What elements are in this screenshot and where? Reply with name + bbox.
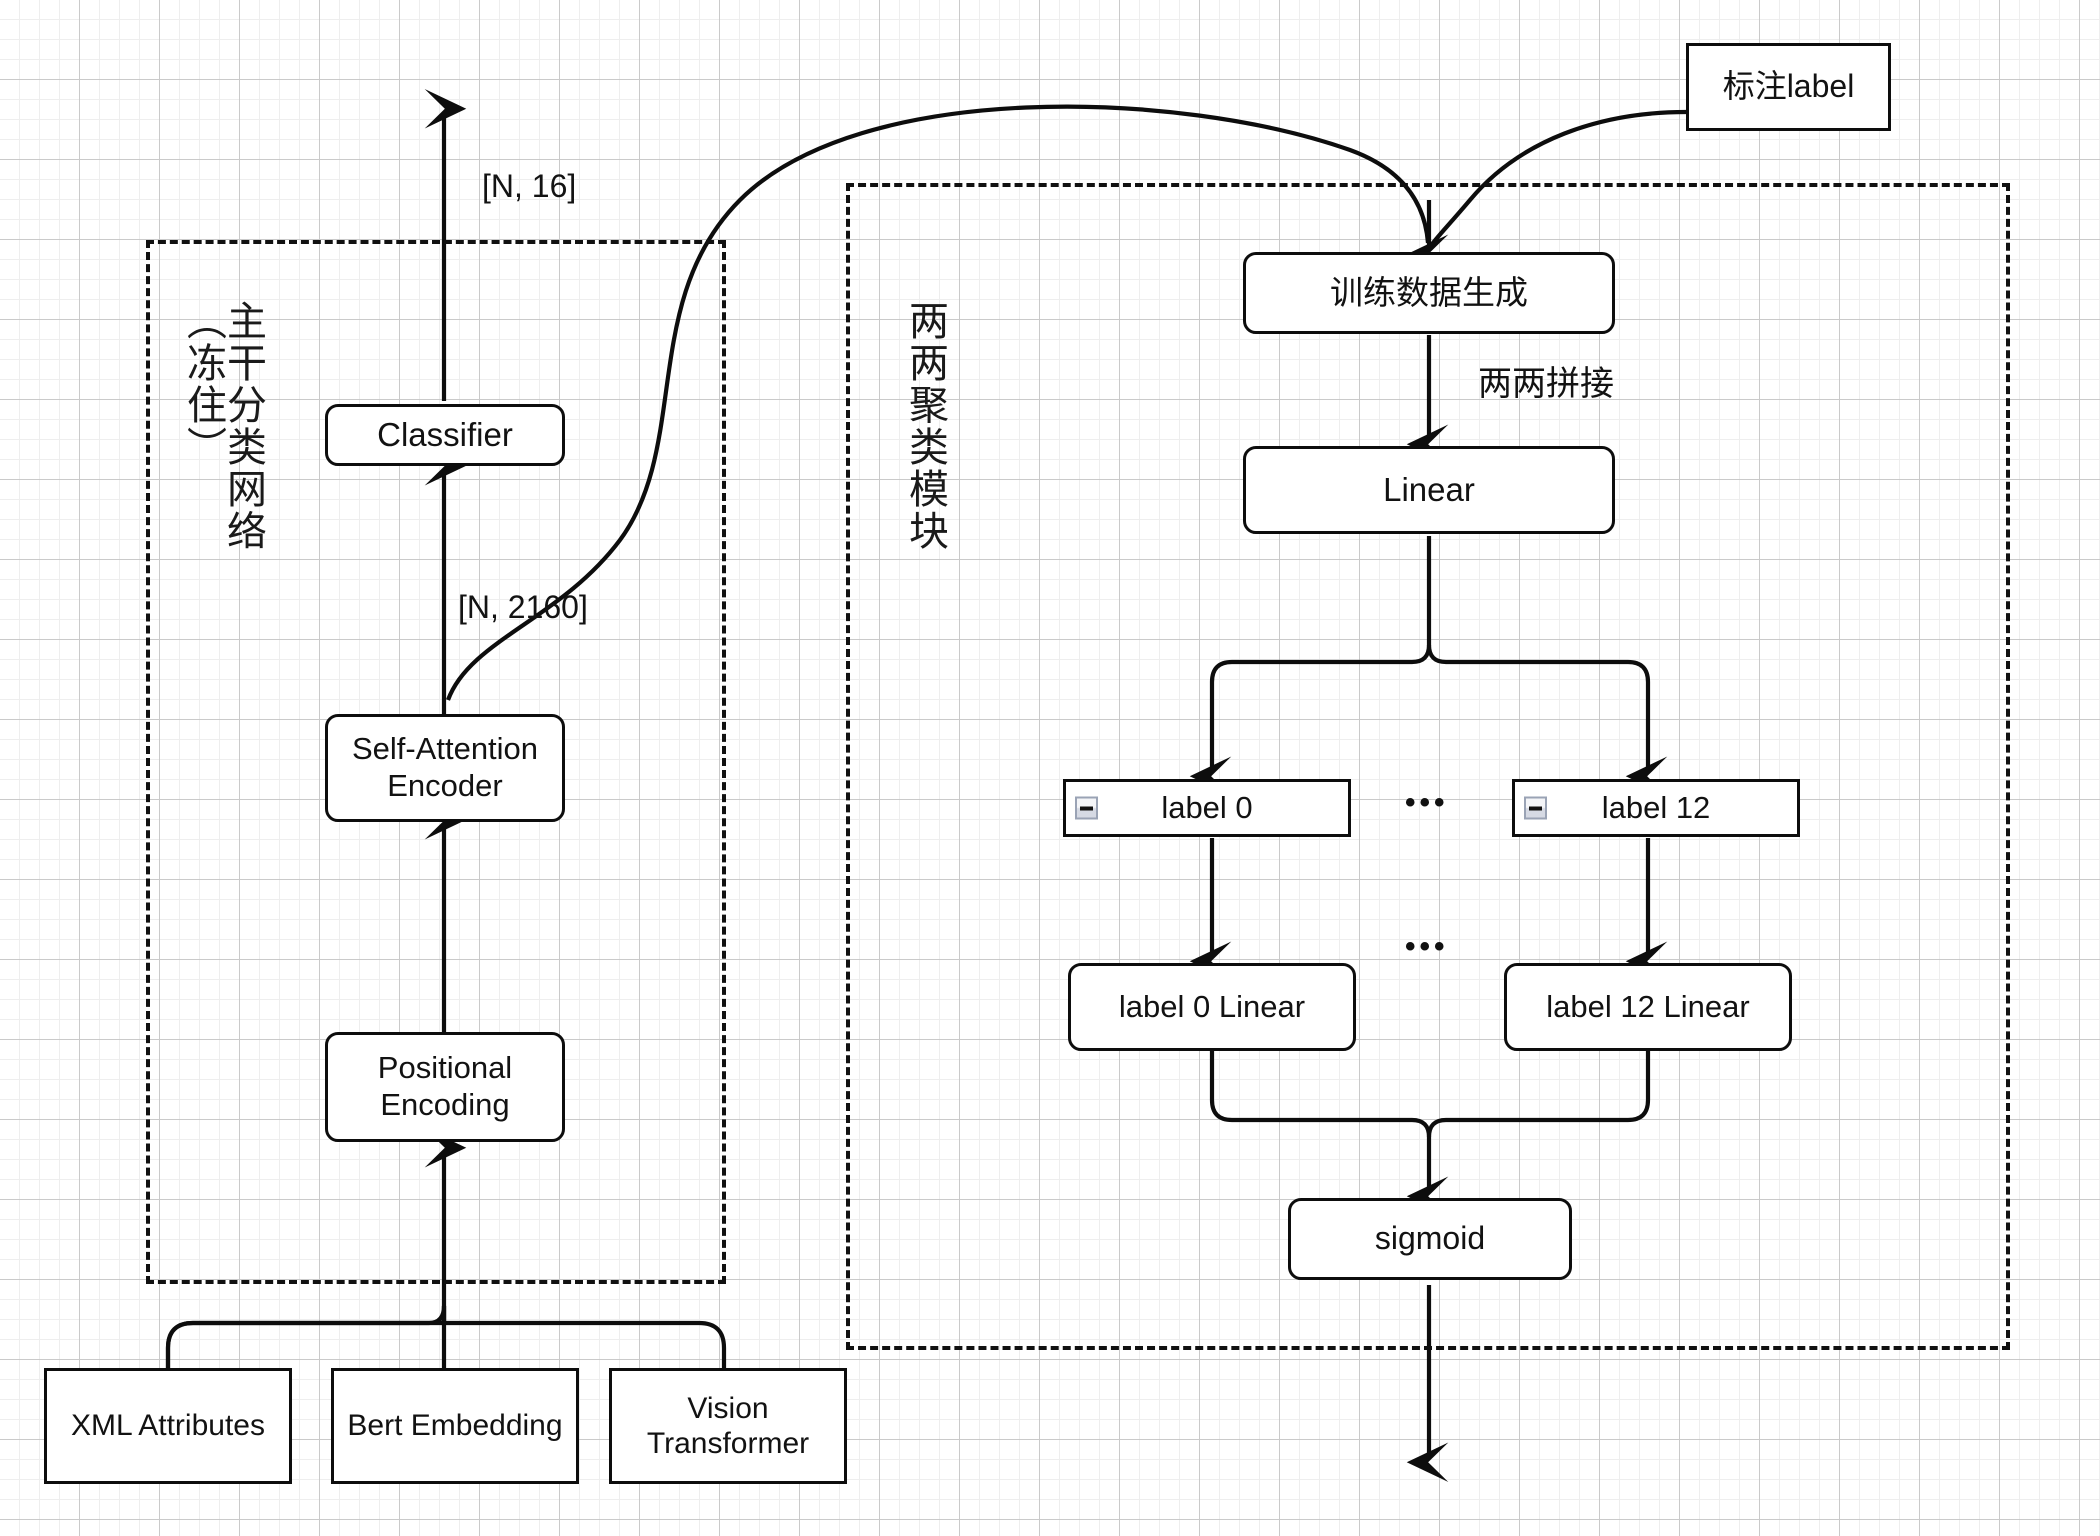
node-vision-transformer-label: Vision Transformer <box>646 1391 810 1460</box>
group-label-pairwise: 两两聚类模块 <box>903 300 947 552</box>
node-self-attention-encoder[interactable]: Self-Attention Encoder <box>325 714 565 822</box>
node-vision-transformer[interactable]: Vision Transformer <box>609 1368 847 1484</box>
edge-label-n16: [N, 16] <box>482 168 577 204</box>
node-classifier[interactable]: Classifier <box>325 404 565 466</box>
node-linear-label: Linear <box>1383 470 1475 508</box>
node-sigmoid-label: sigmoid <box>1374 1220 1486 1257</box>
node-label-12[interactable]: label 12 <box>1512 779 1800 837</box>
node-positional-encoding-label: Positional Encoding <box>377 1050 513 1122</box>
node-xml-attributes[interactable]: XML Attributes <box>44 1368 292 1484</box>
diagram-canvas: 主干分类网络 （冻住） 两两聚类模块 Classifier Self-Atten… <box>0 0 2100 1536</box>
group-label-backbone: 主干分类网络 （冻住） <box>181 300 265 552</box>
node-annotation-label-text: 标注label <box>1722 68 1855 105</box>
node-linear[interactable]: Linear <box>1243 446 1615 534</box>
group-frame-pairwise <box>846 183 2010 1350</box>
node-label-0-label: label 0 <box>1161 789 1253 825</box>
node-label-0[interactable]: label 0 <box>1063 779 1351 837</box>
node-bert-embedding[interactable]: Bert Embedding <box>331 1368 579 1484</box>
collapse-minus-icon[interactable] <box>1075 796 1098 820</box>
node-label-0-linear[interactable]: label 0 Linear <box>1068 963 1356 1051</box>
ellipsis-between-linears: ••• <box>1405 930 1449 963</box>
node-classifier-label: Classifier <box>377 415 513 453</box>
node-train-data-generation[interactable]: 训练数据生成 <box>1243 252 1615 334</box>
edge-label-n2160: [N, 2160] <box>458 589 588 625</box>
node-train-data-generation-label: 训练数据生成 <box>1330 273 1528 311</box>
node-self-attention-encoder-label: Self-Attention Encoder <box>351 731 539 803</box>
collapse-minus-icon[interactable] <box>1524 796 1547 820</box>
node-sigmoid[interactable]: sigmoid <box>1288 1198 1572 1280</box>
node-positional-encoding[interactable]: Positional Encoding <box>325 1032 565 1142</box>
node-label-12-label: label 12 <box>1601 789 1711 825</box>
node-label-0-linear-label: label 0 Linear <box>1118 988 1306 1024</box>
node-label-12-linear[interactable]: label 12 Linear <box>1504 963 1792 1051</box>
ellipsis-between-labels: ••• <box>1405 786 1449 819</box>
node-bert-embedding-label: Bert Embedding <box>347 1409 563 1443</box>
node-xml-attributes-label: XML Attributes <box>71 1409 265 1443</box>
node-annotation-label[interactable]: 标注label <box>1686 43 1891 131</box>
node-label-12-linear-label: label 12 Linear <box>1546 988 1750 1024</box>
edge-label-concat: 两两拼接 <box>1478 365 1614 403</box>
